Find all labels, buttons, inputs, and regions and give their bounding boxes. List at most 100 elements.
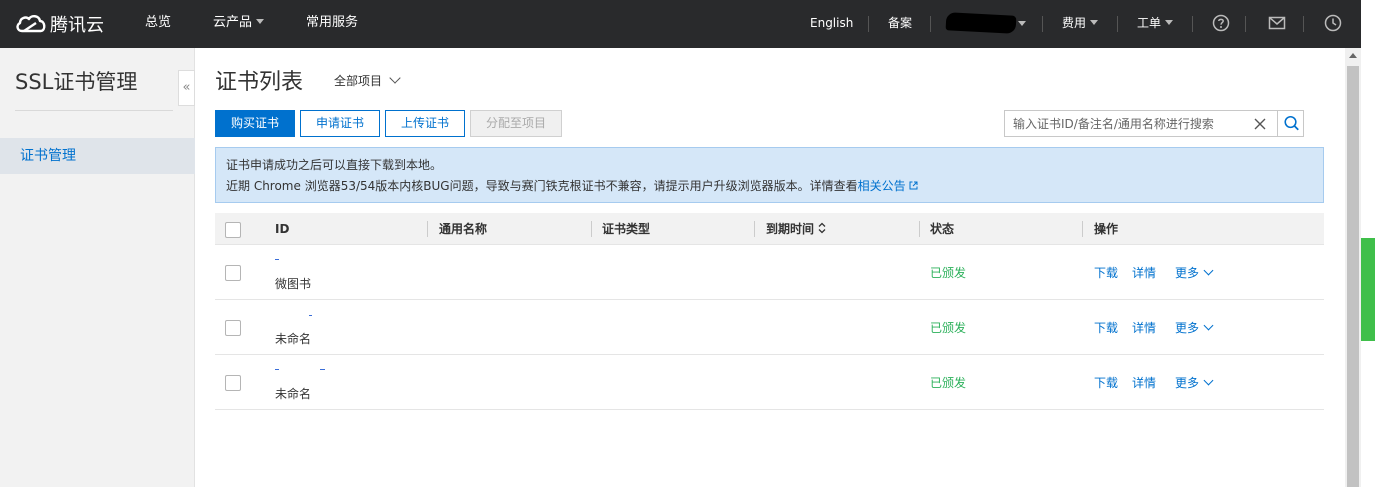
language-english[interactable]: English	[810, 0, 853, 48]
column-header-cert-type: 证书类型	[602, 222, 651, 236]
caret-down-icon	[1090, 20, 1099, 25]
divider	[1042, 16, 1043, 32]
column-header-status: 状态	[930, 222, 955, 236]
cloud-logo-icon	[16, 15, 46, 33]
divider	[1192, 16, 1193, 32]
buy-certificate-button[interactable]: 购买证书	[215, 110, 295, 137]
details-link[interactable]: 详情	[1132, 374, 1156, 391]
redacted-id[interactable]	[309, 315, 312, 316]
info-notice: 证书申请成功之后可以直接下载到本地。 近期 Chrome 浏览器53/54版本内…	[215, 147, 1324, 203]
chevron-down-icon	[1203, 265, 1214, 276]
collapse-sidebar-button[interactable]: «	[178, 70, 195, 106]
account-name-redacted[interactable]	[945, 12, 1017, 34]
apply-certificate-button[interactable]: 申请证书	[300, 110, 380, 137]
cert-remark: 微图书	[275, 277, 312, 291]
cert-remark: 未命名	[275, 387, 312, 401]
download-link[interactable]: 下载	[1094, 374, 1118, 391]
divider	[754, 221, 755, 237]
divider	[1117, 16, 1118, 32]
account-caret-icon	[1018, 21, 1026, 26]
select-all-checkbox[interactable]	[225, 222, 241, 238]
more-menu[interactable]: 更多	[1175, 374, 1214, 391]
sidebar-item-cert-management[interactable]: 证书管理	[0, 138, 195, 174]
double-chevron-left-icon: «	[182, 80, 191, 95]
announcement-link[interactable]: 相关公告	[858, 179, 919, 193]
brand-logo[interactable]: 腾讯云	[14, 10, 104, 38]
chevron-down-icon	[1203, 320, 1214, 331]
divider	[15, 110, 173, 111]
search-box	[1004, 110, 1304, 137]
scrollbar-thumb[interactable]	[1347, 66, 1359, 487]
mail-icon[interactable]	[1268, 14, 1286, 32]
details-link[interactable]: 详情	[1132, 264, 1156, 281]
table-row: 微图书 已颁发 下载 详情 更多	[215, 245, 1324, 300]
redacted-id[interactable]	[275, 369, 279, 370]
details-link[interactable]: 详情	[1132, 319, 1156, 336]
column-header-id: ID	[275, 222, 290, 236]
row-checkbox[interactable]	[225, 265, 241, 281]
column-header-expiry-label: 到期时间	[766, 222, 815, 236]
sidebar-title: SSL证书管理	[15, 70, 138, 94]
sidebar: SSL证书管理 证书管理	[0, 48, 195, 487]
download-link[interactable]: 下载	[1094, 319, 1118, 336]
notice-text: 近期 Chrome 浏览器53/54版本内核BUG问题，导致与赛门铁克根证书不兼…	[226, 179, 858, 193]
assign-to-project-button[interactable]: 分配至项目	[470, 110, 562, 137]
more-menu-label: 更多	[1175, 376, 1200, 390]
table-header: ID 通用名称 证书类型 到期时间 状态 操作	[215, 213, 1324, 245]
divider	[868, 16, 869, 32]
search-input[interactable]	[1013, 115, 1243, 133]
row-checkbox[interactable]	[225, 375, 241, 391]
chevron-down-icon	[1203, 375, 1214, 386]
upload-certificate-button[interactable]: 上传证书	[385, 110, 465, 137]
nav-fees-label: 费用	[1062, 16, 1087, 30]
nav-tickets[interactable]: 工单	[1137, 0, 1174, 48]
nav-beian[interactable]: 备案	[888, 0, 912, 48]
redacted-id[interactable]	[320, 369, 325, 370]
nav-products[interactable]: 云产品	[213, 0, 265, 48]
more-menu[interactable]: 更多	[1175, 319, 1214, 336]
redacted-id[interactable]	[275, 259, 279, 260]
page-scrollbar[interactable]	[1345, 48, 1361, 487]
column-header-common-name: 通用名称	[439, 222, 488, 236]
divider	[1245, 16, 1246, 32]
clear-icon[interactable]	[1252, 116, 1268, 132]
nav-common-services[interactable]: 常用服务	[306, 0, 358, 48]
divider	[919, 221, 920, 237]
clock-icon[interactable]	[1324, 14, 1342, 32]
status-badge: 已颁发	[930, 376, 967, 390]
column-header-actions: 操作	[1094, 222, 1119, 236]
notice-line-1: 证书申请成功之后可以直接下载到本地。	[226, 158, 443, 172]
table-row: 未命名 已颁发 下载 详情 更多	[215, 300, 1324, 355]
column-header-expiry[interactable]: 到期时间	[766, 213, 826, 245]
nav-overview[interactable]: 总览	[145, 0, 171, 48]
nav-fees[interactable]: 费用	[1062, 0, 1099, 48]
row-checkbox[interactable]	[225, 320, 241, 336]
help-icon[interactable]	[1212, 14, 1230, 32]
announcement-link-label: 相关公告	[857, 179, 906, 193]
project-selector[interactable]: 全部项目	[334, 72, 401, 89]
cert-remark: 未命名	[275, 332, 312, 346]
certificate-table: ID 通用名称 证书类型 到期时间 状态 操作 微图书 已颁发 下载 详情 更多…	[215, 213, 1324, 410]
divider	[591, 221, 592, 237]
status-badge: 已颁发	[930, 266, 967, 280]
brand-name: 腾讯云	[50, 15, 104, 36]
status-badge: 已颁发	[930, 321, 967, 335]
more-menu-label: 更多	[1175, 266, 1200, 280]
chevron-down-icon	[389, 72, 401, 84]
more-menu[interactable]: 更多	[1175, 264, 1214, 281]
notice-line-2: 近期 Chrome 浏览器53/54版本内核BUG问题，导致与赛门铁克根证书不兼…	[226, 176, 1313, 197]
sort-icon	[818, 222, 826, 234]
caret-down-icon	[1165, 20, 1174, 25]
floating-side-tab[interactable]	[1361, 238, 1375, 341]
download-link[interactable]: 下载	[1094, 264, 1118, 281]
external-link-icon	[909, 181, 918, 190]
caret-down-icon	[256, 19, 265, 24]
search-icon[interactable]	[1277, 110, 1305, 137]
scroll-up-arrow-icon[interactable]	[1349, 53, 1357, 58]
divider	[1082, 221, 1083, 237]
nav-products-label: 云产品	[213, 15, 253, 30]
project-selector-label: 全部项目	[334, 74, 383, 88]
top-navbar: 腾讯云 总览 云产品 常用服务 English 备案 费用 工单	[0, 0, 1361, 48]
divider	[930, 16, 931, 32]
page-title: 证书列表	[215, 70, 304, 95]
